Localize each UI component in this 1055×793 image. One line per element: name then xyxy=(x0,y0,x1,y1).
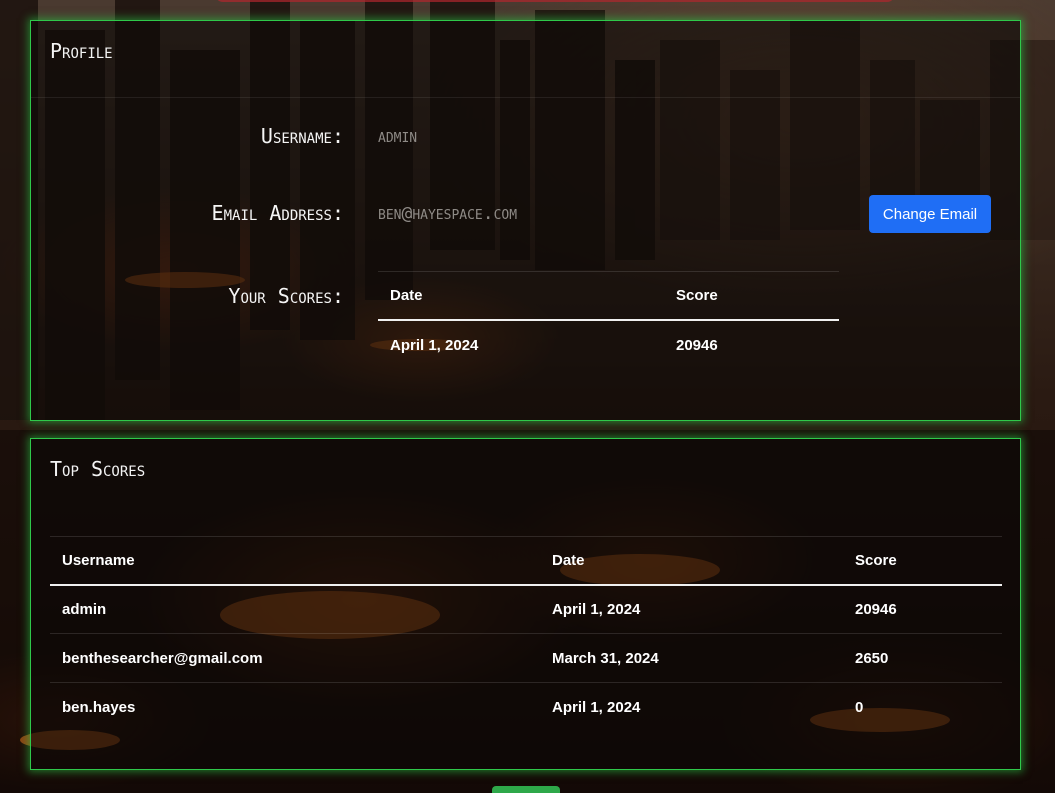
score-cell: 2650 xyxy=(855,649,889,667)
date-cell: March 31, 2024 xyxy=(552,649,659,667)
column-header-username: Username xyxy=(62,551,135,569)
top-scores-panel: Top Scores Username Date Score admin Apr… xyxy=(30,438,1021,770)
your-scores-label: Your Scores: xyxy=(228,284,344,308)
email-value: ben@hayespace.com xyxy=(378,203,518,224)
table-row: admin April 1, 2024 20946 xyxy=(50,585,1002,634)
score-cell: 20946 xyxy=(855,600,897,618)
your-scores-table: Date Score April 1, 2024 20946 xyxy=(378,271,839,370)
table-header-row: Username Date Score xyxy=(50,537,1002,585)
score-value-cell: 20946 xyxy=(676,336,718,354)
date-cell: April 1, 2024 xyxy=(552,600,641,618)
profile-title: Profile xyxy=(50,39,113,63)
table-row: April 1, 2024 20946 xyxy=(378,320,839,370)
profile-divider xyxy=(31,97,1020,98)
table-header-row: Date Score xyxy=(378,272,839,320)
change-email-button[interactable]: Change Email xyxy=(869,195,991,233)
column-header-score: Score xyxy=(676,286,718,304)
table-row: benthesearcher@gmail.com March 31, 2024 … xyxy=(50,634,1002,683)
header-edge-accent xyxy=(215,0,895,2)
username-value: admin xyxy=(378,126,418,147)
username-cell: admin xyxy=(62,600,107,618)
email-label: Email Address: xyxy=(211,201,344,225)
profile-panel: Profile Username: admin Email Address: b… xyxy=(30,20,1021,421)
score-cell: 0 xyxy=(855,698,864,716)
username-cell: benthesearcher@gmail.com xyxy=(62,649,263,667)
bottom-green-button[interactable] xyxy=(492,786,560,793)
table-row: ben.hayes April 1, 2024 0 xyxy=(50,683,1002,732)
date-cell: April 1, 2024 xyxy=(552,698,641,716)
username-cell: ben.hayes xyxy=(62,698,136,716)
top-scores-table: Username Date Score admin April 1, 2024 … xyxy=(50,536,1002,732)
top-scores-title: Top Scores xyxy=(50,457,146,481)
column-header-date: Date xyxy=(390,286,423,304)
username-label: Username: xyxy=(260,124,344,148)
column-header-date: Date xyxy=(552,551,585,569)
column-header-score: Score xyxy=(855,551,897,569)
score-date-cell: April 1, 2024 xyxy=(390,336,479,354)
